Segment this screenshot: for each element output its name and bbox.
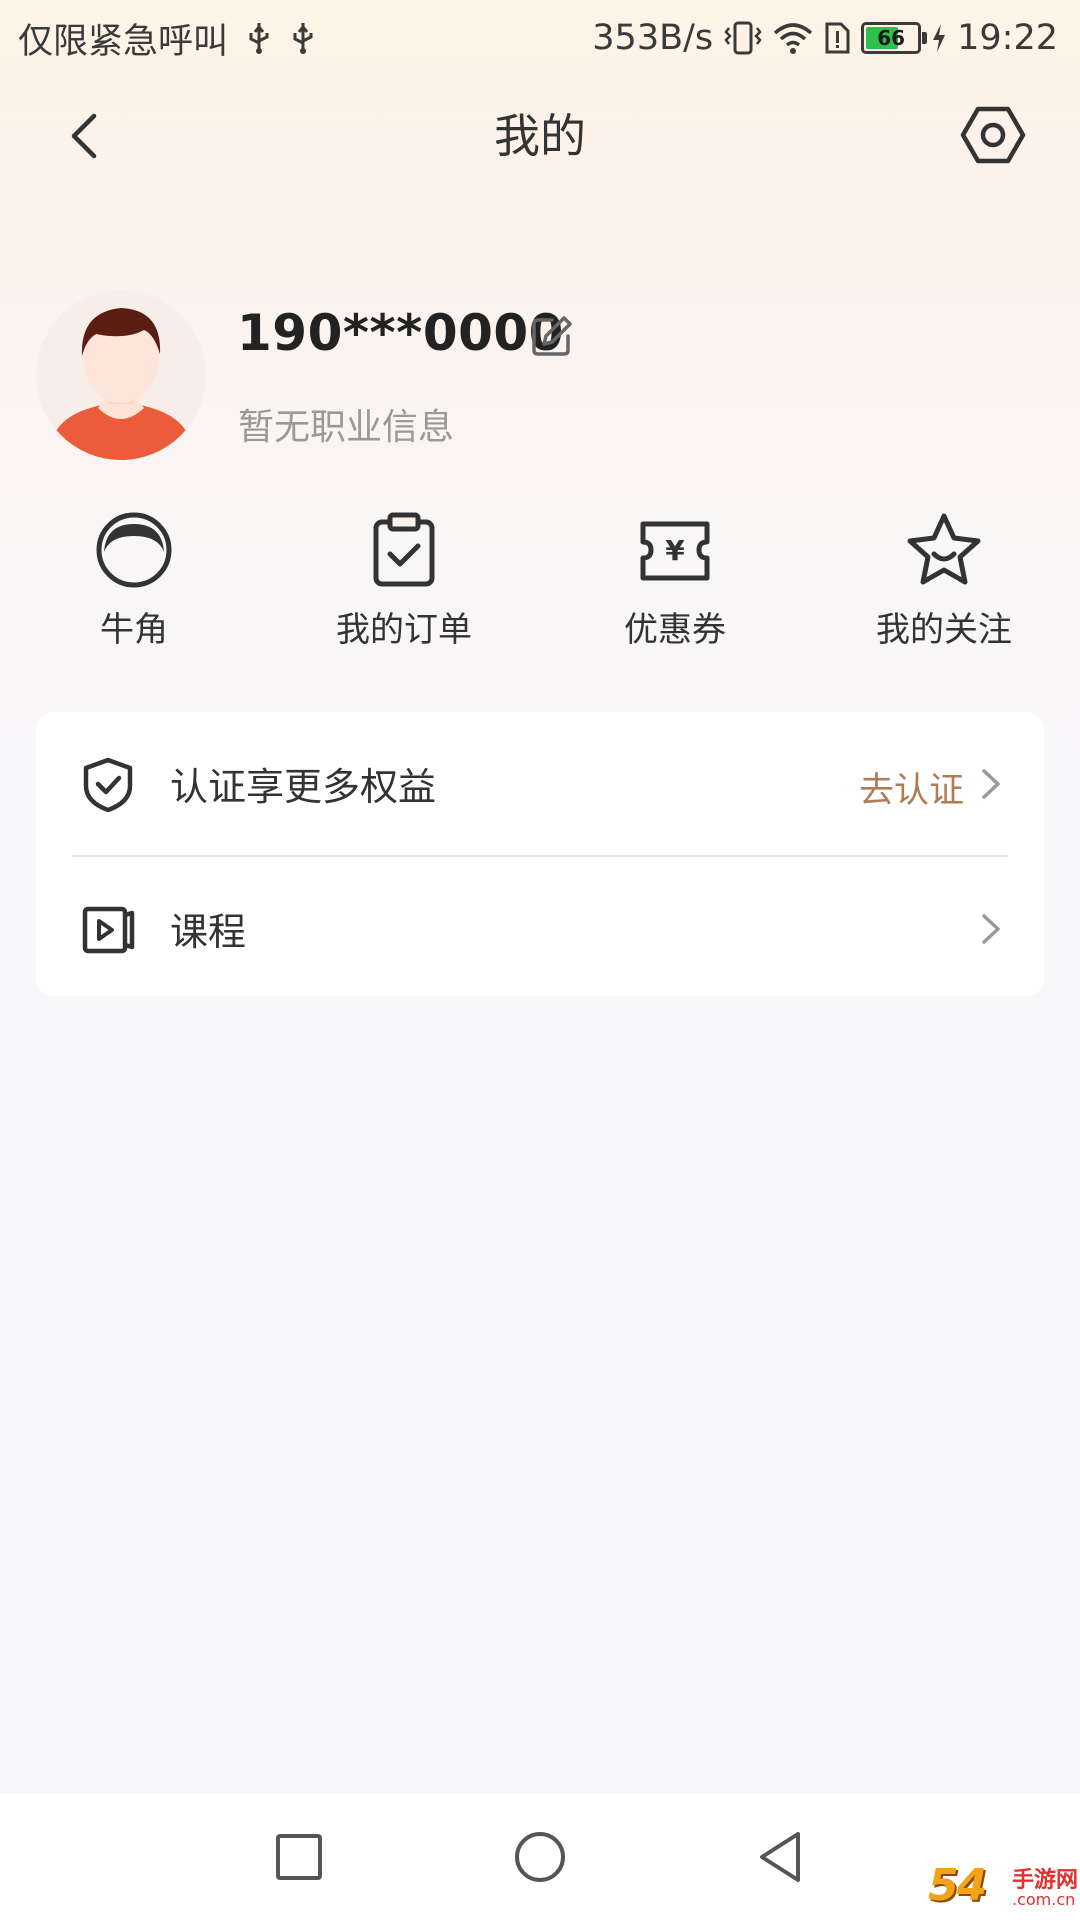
- home-button[interactable]: [507, 1824, 573, 1890]
- shortcut-orders[interactable]: 我的订单: [304, 510, 504, 651]
- battery-level-text: 66: [877, 26, 906, 50]
- vibrate-icon: [724, 21, 762, 55]
- edit-profile-button[interactable]: [530, 314, 574, 358]
- watermark-logo: 54 手游网 .com.cn: [928, 1860, 1080, 1920]
- shield-check-icon: [83, 757, 133, 812]
- course-label: 课程: [170, 910, 247, 954]
- battery-icon: 66: [861, 22, 928, 54]
- svg-text:¥: ¥: [665, 534, 685, 567]
- triangle-back-icon: [760, 1832, 800, 1882]
- settings-button[interactable]: [958, 100, 1028, 170]
- star-icon: [907, 513, 981, 585]
- shortcut-label: 牛角: [100, 610, 168, 650]
- sim-alert-icon: [825, 22, 850, 54]
- square-icon: [276, 1834, 322, 1880]
- watermark-domain: .com.cn: [1012, 1890, 1076, 1909]
- watermark-number: 54: [928, 1860, 987, 1911]
- shortcut-coupon[interactable]: ¥ 优惠券: [575, 510, 775, 651]
- system-nav-bar: [0, 1794, 1080, 1920]
- shortcut-horn[interactable]: 牛角: [34, 510, 234, 651]
- certify-row[interactable]: 认证享更多权益 去认证: [36, 712, 1044, 852]
- avatar-image: [36, 290, 206, 460]
- usb-icon: [249, 23, 269, 54]
- page-title: 我的: [494, 109, 586, 163]
- video-course-icon: [82, 906, 135, 954]
- certify-label: 认证享更多权益: [170, 765, 437, 809]
- course-row[interactable]: 课程: [36, 857, 1044, 997]
- edit-icon: [532, 316, 572, 356]
- status-bar-right: 353B/s 66 19:22: [592, 10, 1058, 66]
- certify-action[interactable]: 去认证: [859, 762, 964, 813]
- status-bar-left: 仅限紧急呼叫: [18, 10, 316, 66]
- clock: 19:22: [957, 18, 1058, 58]
- chevron-right-icon: [982, 769, 1000, 799]
- shortcut-label: 我的订单: [336, 610, 472, 650]
- circle-icon: [515, 1832, 565, 1882]
- menu-card: 认证享更多权益 去认证 课程: [36, 712, 1044, 996]
- chevron-right-icon: [982, 914, 1000, 944]
- shortcut-label: 我的关注: [876, 610, 1012, 650]
- order-icon: [373, 512, 435, 587]
- coupon-icon: ¥: [640, 521, 710, 581]
- charging-icon: [933, 24, 946, 52]
- settings-icon: [960, 106, 1026, 164]
- avatar[interactable]: [36, 290, 206, 460]
- horn-icon: [96, 512, 172, 588]
- shortcut-label: 优惠券: [624, 610, 726, 650]
- job-info: 暂无职业信息: [238, 407, 455, 448]
- usb-icon: [293, 23, 313, 54]
- shortcut-bar: 牛角 我的订单 ¥ 优惠券 我的关注: [0, 510, 1080, 660]
- net-speed: 353B/s: [592, 18, 714, 58]
- username: 190***0000: [237, 304, 564, 362]
- carrier-text: 仅限紧急呼叫: [18, 21, 229, 62]
- shortcut-follow[interactable]: 我的关注: [844, 510, 1044, 651]
- wifi-icon: [773, 23, 813, 54]
- nav-back-button[interactable]: [748, 1824, 814, 1890]
- recents-button[interactable]: [266, 1824, 332, 1890]
